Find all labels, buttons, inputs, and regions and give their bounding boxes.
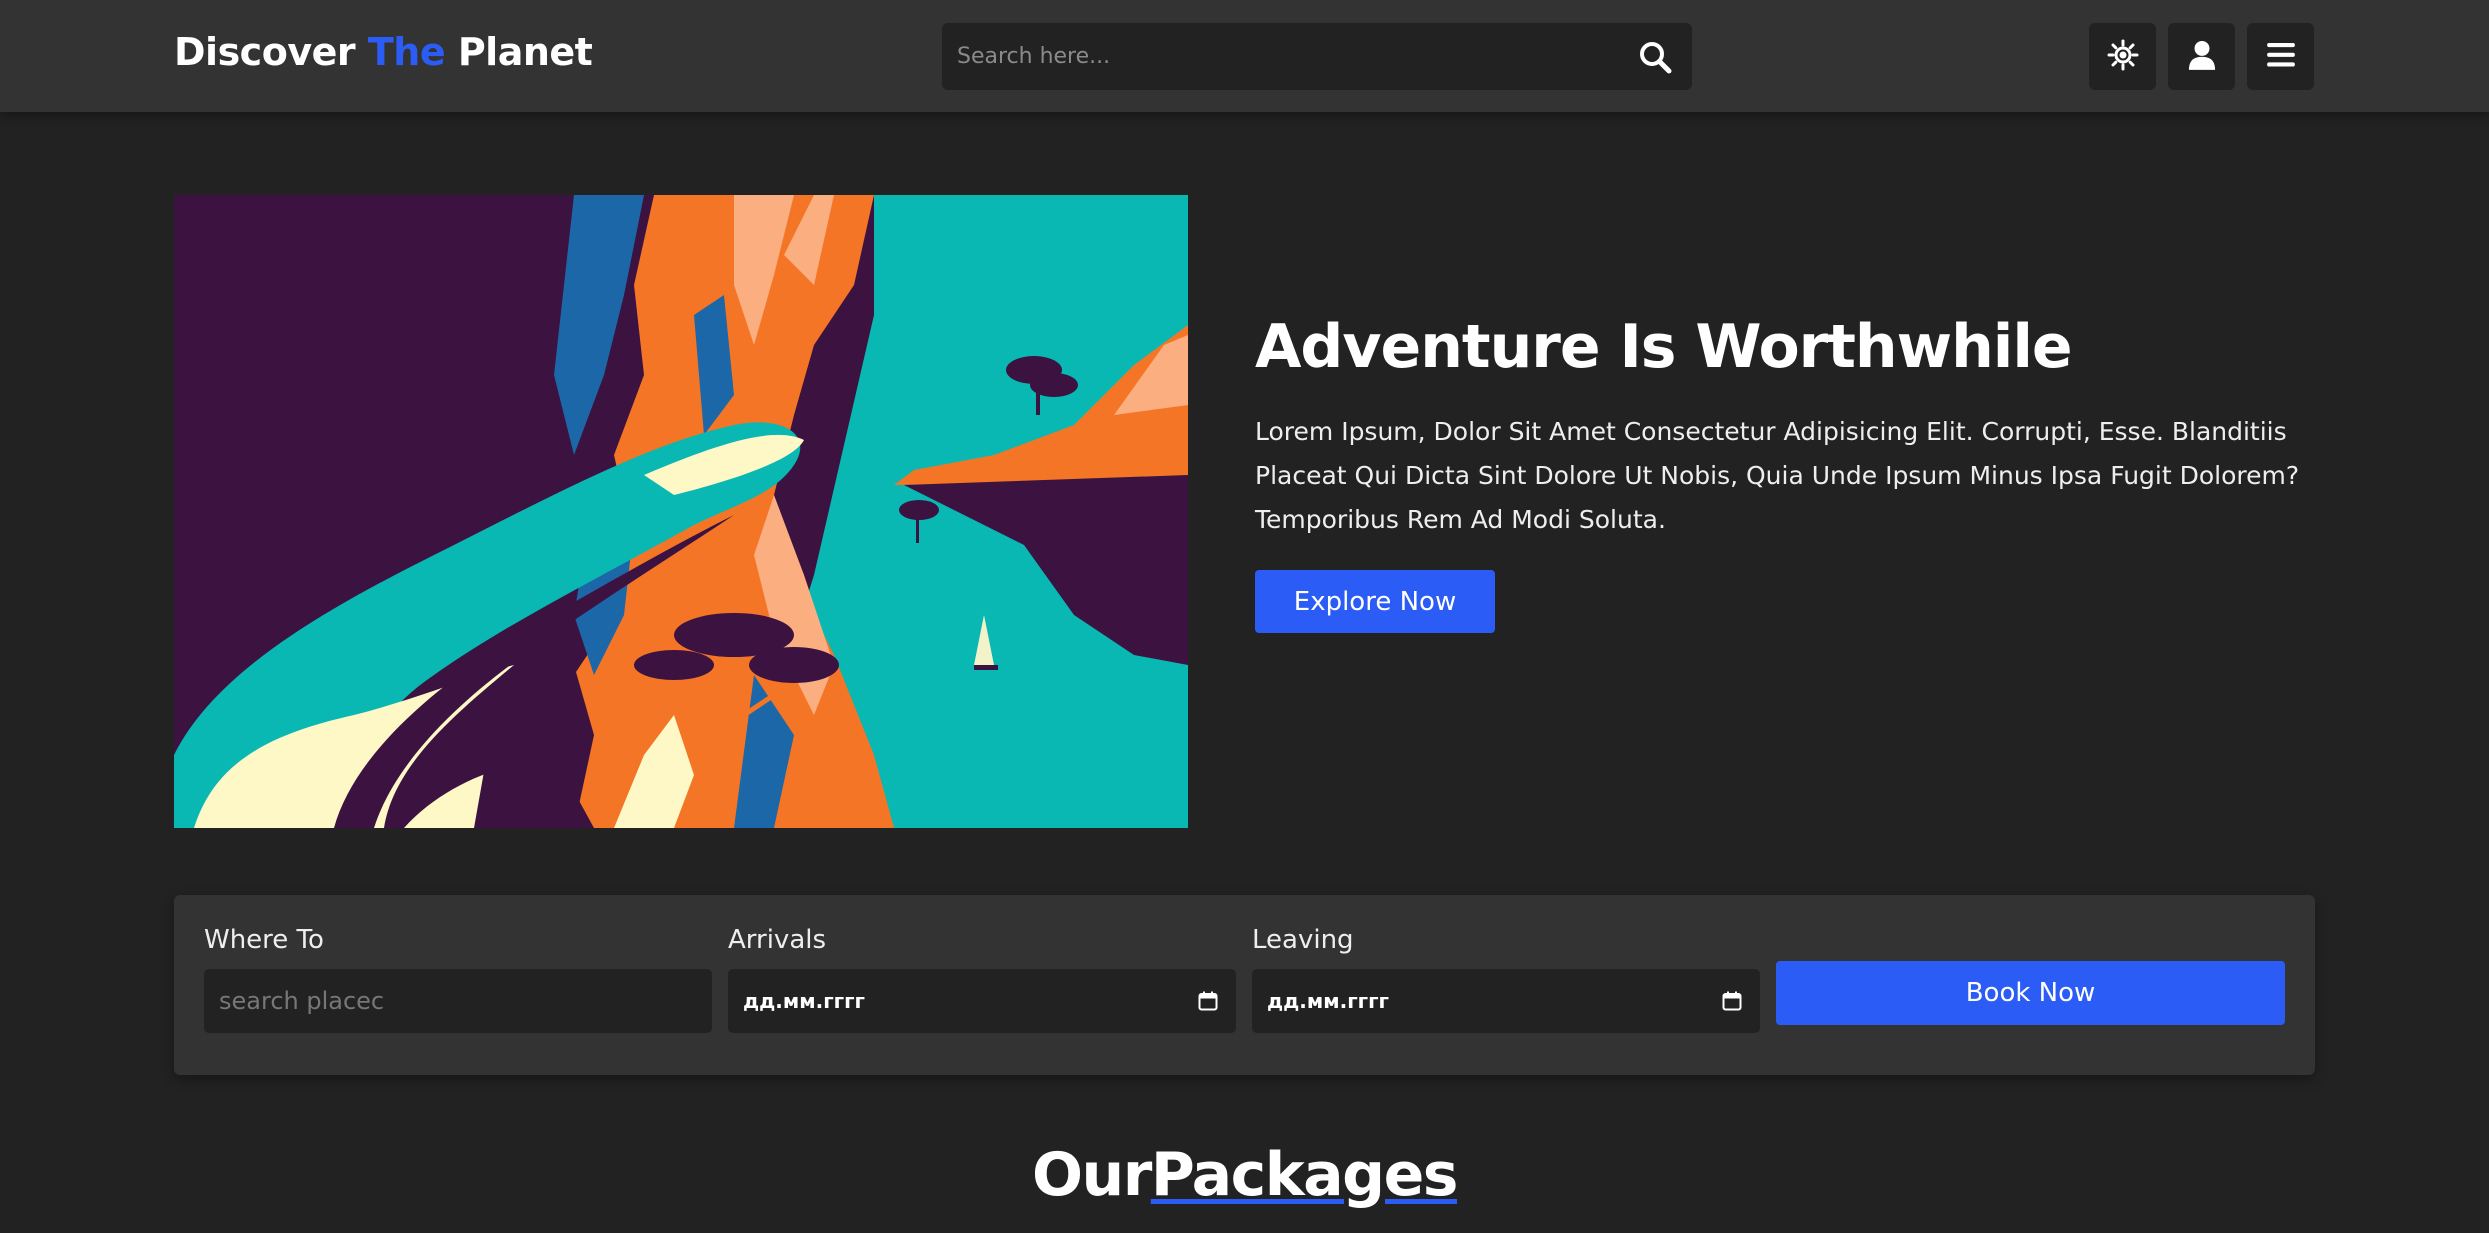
sun-icon: [2107, 39, 2139, 75]
arrivals-field: Arrivals дд.мм.гггг: [728, 925, 1236, 1033]
booking-form: Where To Arrivals дд.мм.гггг Leaving дд.…: [174, 895, 2315, 1075]
hero-illustration: [174, 195, 1188, 828]
hero-description: Lorem Ipsum, Dolor Sit Amet Consectetur …: [1255, 417, 2300, 534]
search-box: [942, 23, 1692, 90]
search-icon[interactable]: [1638, 40, 1672, 74]
packages-heading-part1: Our: [1032, 1140, 1152, 1210]
user-account-button[interactable]: [2168, 23, 2235, 90]
arrivals-date-value: дд.мм.гггг: [743, 989, 865, 1013]
logo-text-part2: Planet: [445, 30, 593, 74]
logo-text-part1: Discover: [174, 30, 368, 74]
search-input[interactable]: [942, 23, 1602, 90]
leaving-date-input[interactable]: дд.мм.гггг: [1252, 969, 1760, 1033]
hero-title: Adventure Is Worthwhile: [1255, 312, 2073, 382]
site-logo[interactable]: Discover The Planet: [174, 30, 593, 74]
explore-now-button[interactable]: Explore Now: [1255, 570, 1495, 633]
arrivals-date-input[interactable]: дд.мм.гггг: [728, 969, 1236, 1033]
logo-text-accent: The: [367, 30, 446, 74]
packages-heading: OurPackages: [0, 1140, 2489, 1210]
book-now-button[interactable]: Book Now: [1776, 961, 2285, 1025]
calendar-icon[interactable]: [1722, 991, 1742, 1011]
user-icon: [2188, 40, 2216, 74]
leaving-date-value: дд.мм.гггг: [1267, 989, 1389, 1013]
menu-button[interactable]: [2247, 23, 2314, 90]
arrivals-label: Arrivals: [728, 925, 827, 955]
where-to-control: [204, 969, 712, 1033]
leaving-field: Leaving дд.мм.гггг: [1252, 925, 1760, 1033]
menu-icon: [2266, 42, 2295, 71]
leaving-label: Leaving: [1252, 925, 1354, 955]
where-to-input[interactable]: [204, 969, 712, 1033]
packages-heading-part2: Packages: [1150, 1140, 1459, 1210]
calendar-icon[interactable]: [1198, 991, 1218, 1011]
site-header: Discover The Planet: [0, 0, 2489, 112]
where-to-label: Where To: [204, 925, 324, 955]
theme-toggle-button[interactable]: [2089, 23, 2156, 90]
where-to-field: Where To: [204, 925, 712, 1033]
